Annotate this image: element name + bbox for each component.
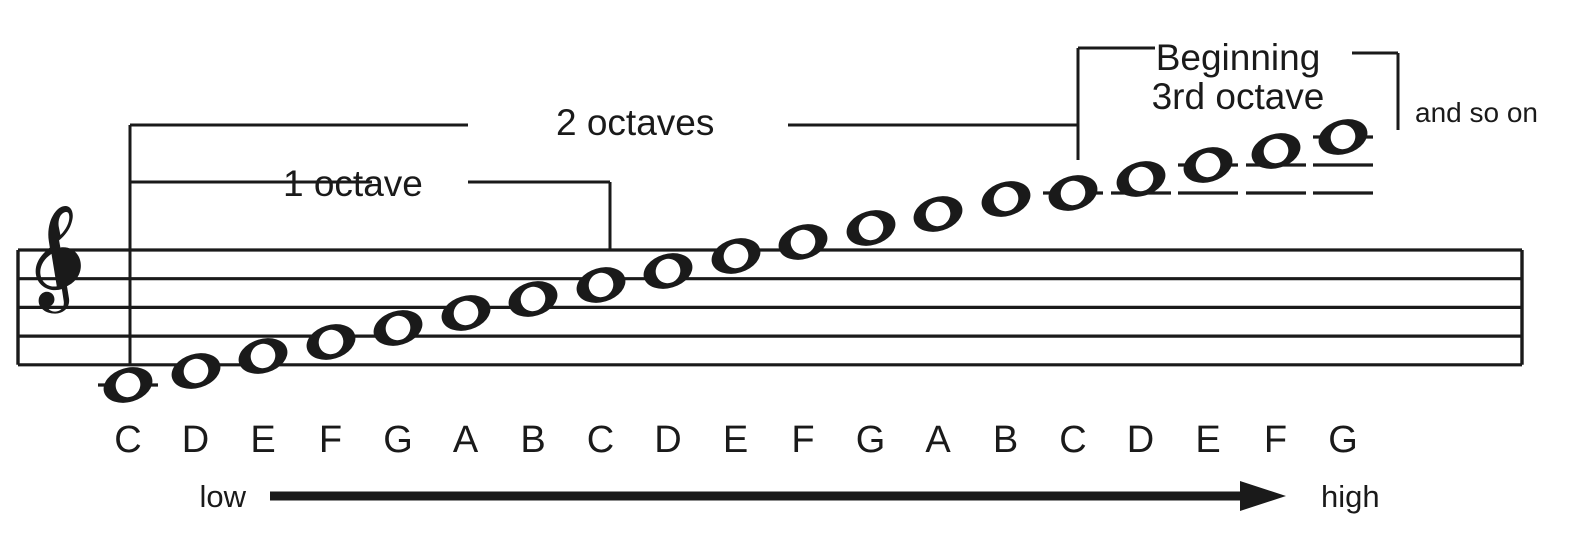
label-third-octave: 3rd octave bbox=[1152, 76, 1325, 117]
label-one-octave: 1 octave bbox=[283, 163, 423, 204]
note-letter-0: C bbox=[114, 419, 141, 461]
note-letter-12: A bbox=[925, 419, 951, 461]
note-letter-8: D bbox=[654, 419, 681, 461]
note-letter-10: F bbox=[791, 419, 814, 461]
note-head-b-13 bbox=[981, 181, 1031, 217]
note-letter-4: G bbox=[383, 419, 413, 461]
note-head-a-12 bbox=[913, 196, 963, 232]
note-letter-14: C bbox=[1059, 419, 1086, 461]
pitch-direction-axis bbox=[270, 481, 1286, 511]
note-head-c-14 bbox=[1048, 175, 1098, 211]
note-head-g-18 bbox=[1318, 119, 1368, 155]
note-head-c-0 bbox=[103, 367, 153, 403]
note-head-e-9 bbox=[711, 238, 761, 274]
diagram-canvas: 1 octave 2 octaves Beginning 3rd octave … bbox=[0, 0, 1586, 544]
note-head-c-7 bbox=[576, 267, 626, 303]
note-letter-5: A bbox=[453, 419, 479, 461]
note-letter-7: C bbox=[587, 419, 614, 461]
label-high: high bbox=[1321, 479, 1380, 514]
note-letter-17: F bbox=[1264, 419, 1287, 461]
staff bbox=[16, 248, 1524, 367]
arrow-head-icon bbox=[1240, 481, 1286, 511]
note-letter-13: B bbox=[993, 419, 1018, 461]
note-head-b-6 bbox=[508, 281, 558, 317]
treble-clef-icon bbox=[35, 206, 81, 314]
note-name-labels: CDEFGABCDEFGABCDEFG bbox=[114, 419, 1358, 461]
label-two-octaves: 2 octaves bbox=[556, 102, 714, 143]
note-letter-15: D bbox=[1127, 419, 1154, 461]
label-and-so-on: and so on bbox=[1415, 97, 1538, 128]
note-letter-1: D bbox=[182, 419, 209, 461]
note-head-e-16 bbox=[1183, 147, 1233, 183]
note-head-g-4 bbox=[373, 310, 423, 346]
note-letter-9: E bbox=[723, 419, 748, 461]
note-letter-2: E bbox=[250, 419, 275, 461]
note-head-d-1 bbox=[171, 353, 221, 389]
note-letter-11: G bbox=[856, 419, 886, 461]
note-head-e-2 bbox=[238, 338, 288, 374]
label-beginning: Beginning bbox=[1156, 37, 1321, 78]
note-head-f-17 bbox=[1251, 133, 1301, 169]
note-letter-6: B bbox=[520, 419, 545, 461]
note-head-f-10 bbox=[778, 224, 828, 260]
note-letter-18: G bbox=[1328, 419, 1358, 461]
note-head-d-15 bbox=[1116, 161, 1166, 197]
music-staff-diagram: 1 octave 2 octaves Beginning 3rd octave … bbox=[16, 37, 1538, 514]
note-letter-3: F bbox=[319, 419, 342, 461]
note-head-a-5 bbox=[441, 295, 491, 331]
note-head-f-3 bbox=[306, 324, 356, 360]
label-low: low bbox=[199, 479, 246, 514]
note-head-g-11 bbox=[846, 210, 896, 246]
note-head-d-8 bbox=[643, 253, 693, 289]
note-letter-16: E bbox=[1195, 419, 1220, 461]
